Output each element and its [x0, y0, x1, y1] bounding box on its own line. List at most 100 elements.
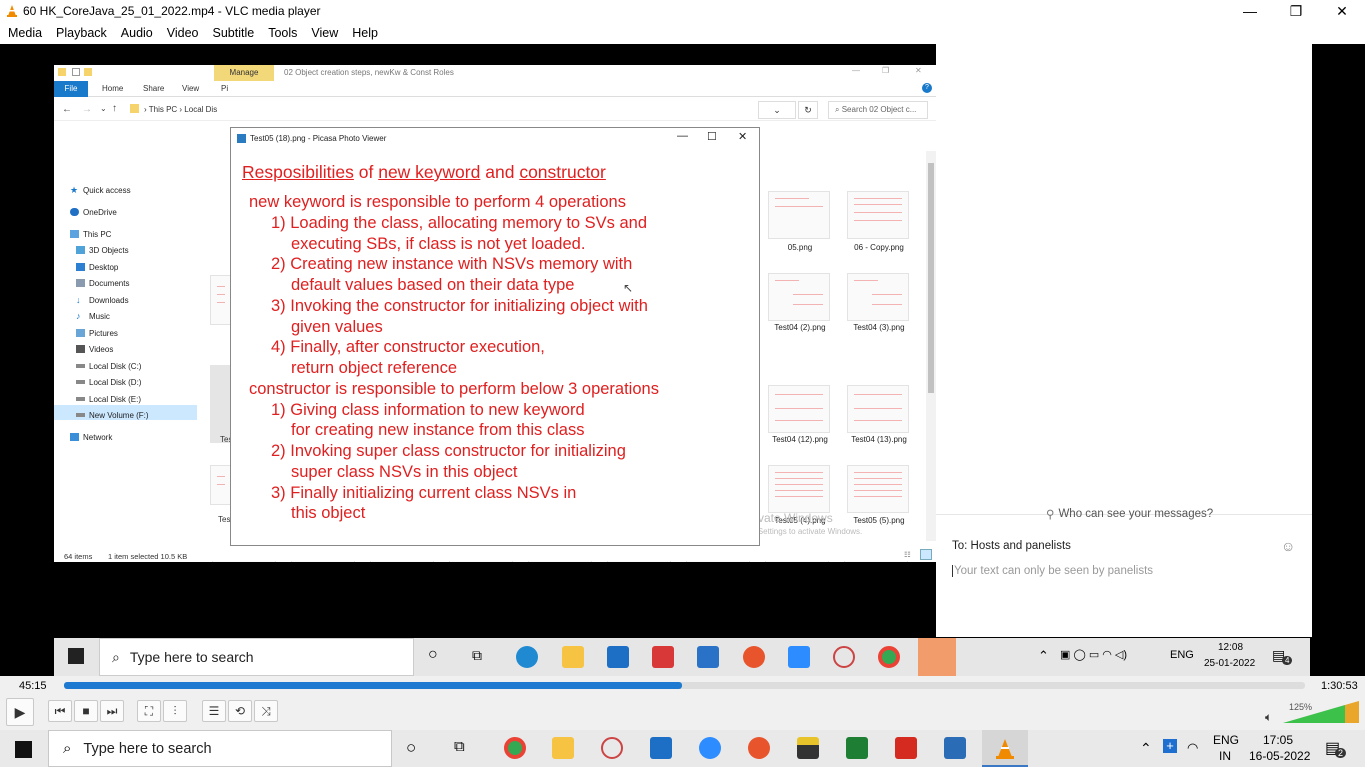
excel-chart-icon[interactable]: [846, 737, 868, 759]
menu-video[interactable]: Video: [167, 26, 199, 40]
nav-downloads[interactable]: ↓ Downloads: [76, 293, 129, 307]
menu-playback[interactable]: Playback: [56, 26, 107, 40]
windows-start-icon[interactable]: [68, 648, 84, 664]
nav-local-disk-e[interactable]: Local Disk (E:): [76, 392, 141, 406]
tab-file[interactable]: File: [54, 81, 88, 97]
nav-quick-access[interactable]: ★ Quick access: [70, 183, 131, 197]
file-thumbnail-05[interactable]: [768, 191, 830, 239]
snipping-icon[interactable]: [601, 737, 623, 759]
nav-videos[interactable]: Videos: [76, 342, 113, 356]
record-icon[interactable]: [748, 737, 770, 759]
snipping-icon[interactable]: [833, 646, 855, 668]
cortana-icon[interactable]: ○: [428, 646, 438, 664]
extended-settings-button[interactable]: ⫶: [163, 700, 187, 722]
tray-date[interactable]: 16-05-2022: [1249, 749, 1310, 763]
video-area[interactable]: 02 Object creation steps, newKw & Const …: [0, 44, 1365, 676]
close-button[interactable]: ✕: [1319, 0, 1365, 22]
file-thumbnail-test04-3[interactable]: [847, 273, 909, 321]
explorer-close[interactable]: ✕: [915, 66, 922, 75]
who-can-see-link[interactable]: ⚲ Who can see your messages?: [1046, 507, 1213, 521]
chrome-icon[interactable]: [878, 646, 900, 668]
acrobat-icon[interactable]: [895, 737, 917, 759]
file-explorer-icon[interactable]: [552, 737, 574, 759]
store-icon[interactable]: [650, 737, 672, 759]
mail-icon[interactable]: [697, 646, 719, 668]
menu-subtitle[interactable]: Subtitle: [213, 26, 255, 40]
volume-slider[interactable]: [1283, 701, 1361, 725]
manage-tab[interactable]: Manage: [214, 65, 274, 81]
nav-music[interactable]: ♪ Music: [76, 309, 110, 323]
explorer-scrollbar[interactable]: [926, 151, 936, 541]
chat-recipient[interactable]: To: Hosts and panelists: [952, 540, 1071, 552]
chrome-icon[interactable]: [504, 737, 526, 759]
maximize-button[interactable]: ❐: [1273, 0, 1319, 22]
minimize-button[interactable]: —: [1227, 0, 1273, 22]
previous-button[interactable]: ⏮: [48, 700, 72, 722]
file-thumbnail-06-copy[interactable]: [847, 191, 909, 239]
nav-onedrive[interactable]: OneDrive: [70, 205, 117, 219]
edge-icon[interactable]: [516, 646, 538, 668]
help-icon[interactable]: ?: [922, 83, 932, 93]
zoom-icon[interactable]: [699, 737, 721, 759]
large-icons-view-icon[interactable]: [920, 549, 932, 560]
task-view-icon[interactable]: ⧉: [472, 647, 482, 664]
loop-button[interactable]: ⟲: [228, 700, 252, 722]
random-button[interactable]: ⤨: [254, 700, 278, 722]
wifi-icon[interactable]: ◠: [1187, 740, 1198, 756]
file-thumbnail[interactable]: [210, 465, 232, 505]
recent-chevron-icon[interactable]: ⌄: [100, 104, 107, 113]
fullscreen-button[interactable]: ⛶: [137, 700, 161, 722]
record-icon[interactable]: [743, 646, 765, 668]
sticky-notes-icon[interactable]: [797, 737, 819, 759]
explorer-search-box[interactable]: ⌕ Search 02 Object c...: [828, 101, 928, 119]
file-thumbnail-test05-4[interactable]: [768, 465, 830, 513]
nav-new-volume-f[interactable]: New Volume (F:): [76, 408, 149, 422]
menu-media[interactable]: Media: [8, 26, 42, 40]
speaker-icon[interactable]: 🔈︎: [1265, 710, 1272, 725]
address-dropdown-icon[interactable]: ⌄: [758, 101, 796, 119]
chevron-up-icon[interactable]: ⌃: [1140, 740, 1152, 757]
nav-desktop[interactable]: Desktop: [76, 260, 118, 274]
store-icon[interactable]: [607, 646, 629, 668]
tray-lang[interactable]: ENG: [1170, 649, 1194, 661]
tab-home[interactable]: Home: [102, 84, 123, 93]
tray-time[interactable]: 17:05: [1263, 733, 1293, 747]
details-view-icon[interactable]: ☷: [904, 550, 911, 559]
zoom-icon[interactable]: [788, 646, 810, 668]
chat-input[interactable]: Your text can only be seen by panelists: [952, 565, 1153, 577]
task-view-icon[interactable]: ⧉: [454, 738, 465, 755]
tray-date[interactable]: 25-01-2022: [1204, 658, 1255, 669]
photos-icon[interactable]: [944, 737, 966, 759]
menu-audio[interactable]: Audio: [121, 26, 153, 40]
play-button[interactable]: ▶: [6, 698, 34, 726]
stop-button[interactable]: ■: [74, 700, 98, 722]
nav-pictures[interactable]: Pictures: [76, 326, 118, 340]
tray-lang[interactable]: ENG: [1213, 733, 1239, 747]
file-thumbnail-test05-5[interactable]: [847, 465, 909, 513]
explorer-maximize[interactable]: ❐: [882, 66, 889, 75]
cortana-icon[interactable]: ○: [406, 738, 416, 758]
chevron-up-icon[interactable]: ⌃: [1038, 648, 1049, 664]
back-arrow-icon[interactable]: ←: [62, 104, 72, 115]
tray-time[interactable]: 12:08: [1218, 642, 1243, 653]
nav-network[interactable]: Network: [70, 430, 112, 444]
menu-help[interactable]: Help: [352, 26, 378, 40]
windows-start-icon[interactable]: [15, 741, 32, 758]
menu-tools[interactable]: Tools: [268, 26, 297, 40]
file-thumbnail-test04-12[interactable]: [768, 385, 830, 433]
file-thumbnail-test04-13[interactable]: [847, 385, 909, 433]
picasa-minimize[interactable]: —: [677, 130, 688, 142]
file-explorer-icon[interactable]: [562, 646, 584, 668]
menu-view[interactable]: View: [311, 26, 338, 40]
refresh-icon[interactable]: ↻: [798, 101, 818, 119]
up-arrow-icon[interactable]: ↑: [112, 103, 117, 114]
forward-arrow-icon[interactable]: →: [82, 104, 92, 115]
tray-icons[interactable]: ▣ ◯ ▭ ◠ ◁): [1060, 648, 1127, 661]
playlist-button[interactable]: ☰: [202, 700, 226, 722]
explorer-minimize[interactable]: —: [852, 66, 860, 75]
nav-local-disk-d[interactable]: Local Disk (D:): [76, 375, 141, 389]
active-app-icon[interactable]: [918, 638, 956, 676]
picasa-close[interactable]: ✕: [738, 130, 747, 143]
gift-icon[interactable]: [652, 646, 674, 668]
file-thumbnail[interactable]: [210, 275, 232, 325]
